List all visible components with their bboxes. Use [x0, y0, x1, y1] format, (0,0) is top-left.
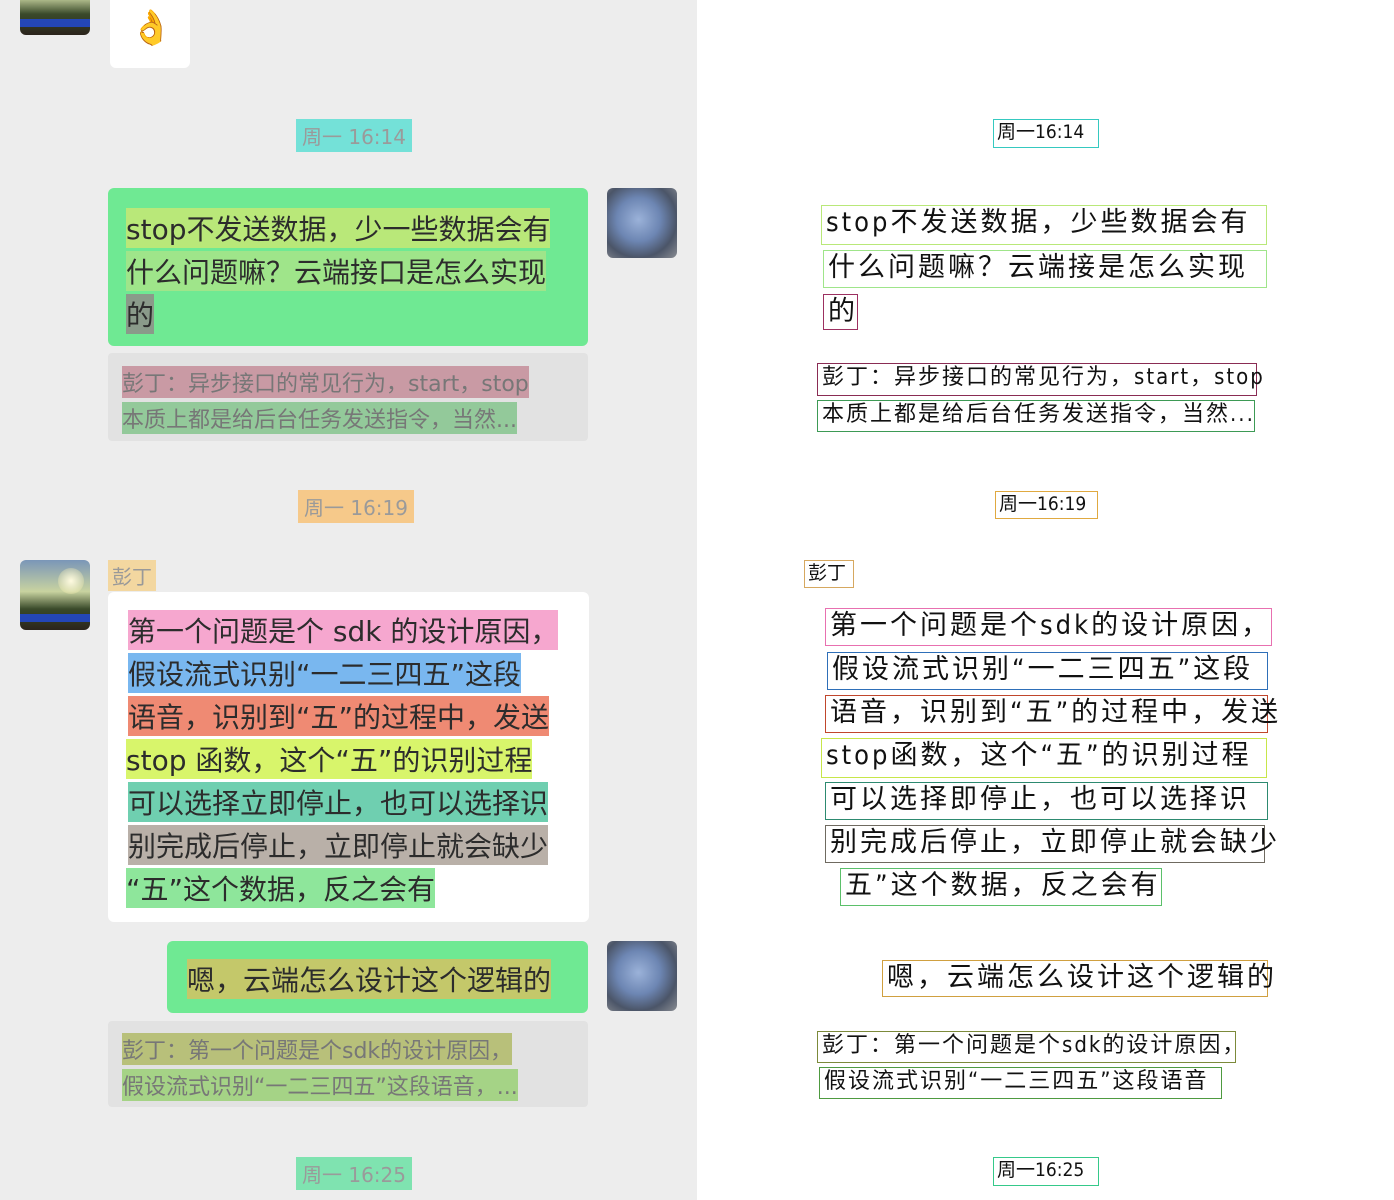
message-text: stop不发送数据，少些数据会有 [821, 205, 1267, 245]
quoted-message[interactable]: 彭丁：第一个问题是个sdk的设计原因， 假设流式识别“一二三四五”这段语音，..… [108, 1021, 588, 1107]
timestamp: 周一 16:19 [298, 490, 414, 523]
chat-screenshot-panel: 👌 周一 16:14 stop不发送数据，少一些数据会有 什么问题嘛？云端接口是… [0, 0, 697, 1200]
message-text: 可以选择即停止，也可以选择识 [825, 782, 1268, 820]
message-text: 第一个问题是个 sdk 的设计原因， [128, 610, 559, 650]
ok-hand-icon: 👌 [130, 8, 173, 48]
timestamp: 周一 16:25 [296, 1157, 412, 1190]
message-text: 五”这个数据，反之会有 [840, 868, 1162, 906]
message-text: 语音，识别到“五”的过程中，发送 [825, 695, 1278, 733]
sender-name: 彭丁 [804, 560, 854, 588]
message-text: 的 [823, 294, 858, 330]
quote-text: 彭丁：异步接口的常见行为，start，stop [122, 366, 529, 398]
message-text: 别完成后停止，立即停止就会缺少 [825, 825, 1277, 863]
message-text: “五”这个数据，反之会有 [126, 868, 436, 908]
quoted-message[interactable]: 彭丁：异步接口的常见行为，start，stop 本质上都是给后台任务发送指令，当… [108, 353, 588, 441]
message-text: 可以选择立即停止，也可以选择识 [128, 782, 549, 822]
message-text: 假设流式识别“一二三四五”这段 [128, 653, 522, 693]
quote-text: 彭丁：第一个问题是个sdk的设计原因， [817, 1031, 1244, 1063]
quote-text: 彭丁：异步接口的常见行为，start，stop [817, 363, 1263, 396]
message-text: 嗯，云端怎么设计这个逻辑的 [187, 959, 552, 999]
avatar[interactable] [20, 560, 90, 630]
quote-text: 假设流式识别“一二三四五”这段语音，... [122, 1069, 518, 1101]
quote-text: 本质上都是给后台任务发送指令，当然... [817, 400, 1255, 432]
message-text: stop 函数，这个“五”的识别过程 [126, 739, 533, 779]
avatar[interactable] [20, 0, 90, 35]
message-text: 语音，识别到“五”的过程中，发送 [128, 696, 550, 736]
ocr-result-panel: 周一16:14 stop不发送数据，少些数据会有 什么问题嘛？云端接是怎么实现 … [697, 0, 1394, 1200]
message-text: 什么问题嘛？云端接口是怎么实现 [126, 251, 547, 291]
sticker-bubble[interactable]: 👌 [110, 0, 190, 68]
avatar[interactable] [607, 188, 677, 258]
timestamp: 周一16:14 [993, 119, 1099, 148]
message-text: 的 [126, 294, 155, 334]
message-text: 嗯，云端怎么设计这个逻辑的 [882, 960, 1274, 997]
sender-name: 彭丁 [108, 560, 156, 591]
timestamp: 周一16:19 [995, 491, 1098, 519]
message-text: 假设流式识别“一二三四五”这段 [827, 652, 1268, 690]
avatar[interactable] [607, 941, 677, 1011]
message-text: stop函数，这个“五”的识别过程 [821, 738, 1267, 778]
message-bubble[interactable]: stop不发送数据，少一些数据会有 什么问题嘛？云端接口是怎么实现 的 [108, 188, 588, 346]
message-text: stop不发送数据，少一些数据会有 [126, 208, 551, 248]
quote-text: 彭丁：第一个问题是个sdk的设计原因， [122, 1033, 513, 1065]
message-text: 第一个问题是个sdk的设计原因， [825, 608, 1272, 646]
quote-text: 假设流式识别“一二三四五”这段语音 [819, 1067, 1222, 1099]
timestamp: 周一 16:14 [296, 119, 412, 152]
quote-text: 本质上都是给后台任务发送指令，当然... [122, 402, 517, 434]
timestamp: 周一16:25 [993, 1157, 1099, 1186]
message-text: 别完成后停止，立即停止就会缺少 [128, 825, 549, 865]
message-bubble[interactable]: 嗯，云端怎么设计这个逻辑的 [167, 941, 588, 1013]
message-text: 什么问题嘛？云端接是怎么实现 [823, 250, 1267, 288]
message-bubble[interactable]: 第一个问题是个 sdk 的设计原因， 假设流式识别“一二三四五”这段 语音，识别… [108, 592, 589, 922]
